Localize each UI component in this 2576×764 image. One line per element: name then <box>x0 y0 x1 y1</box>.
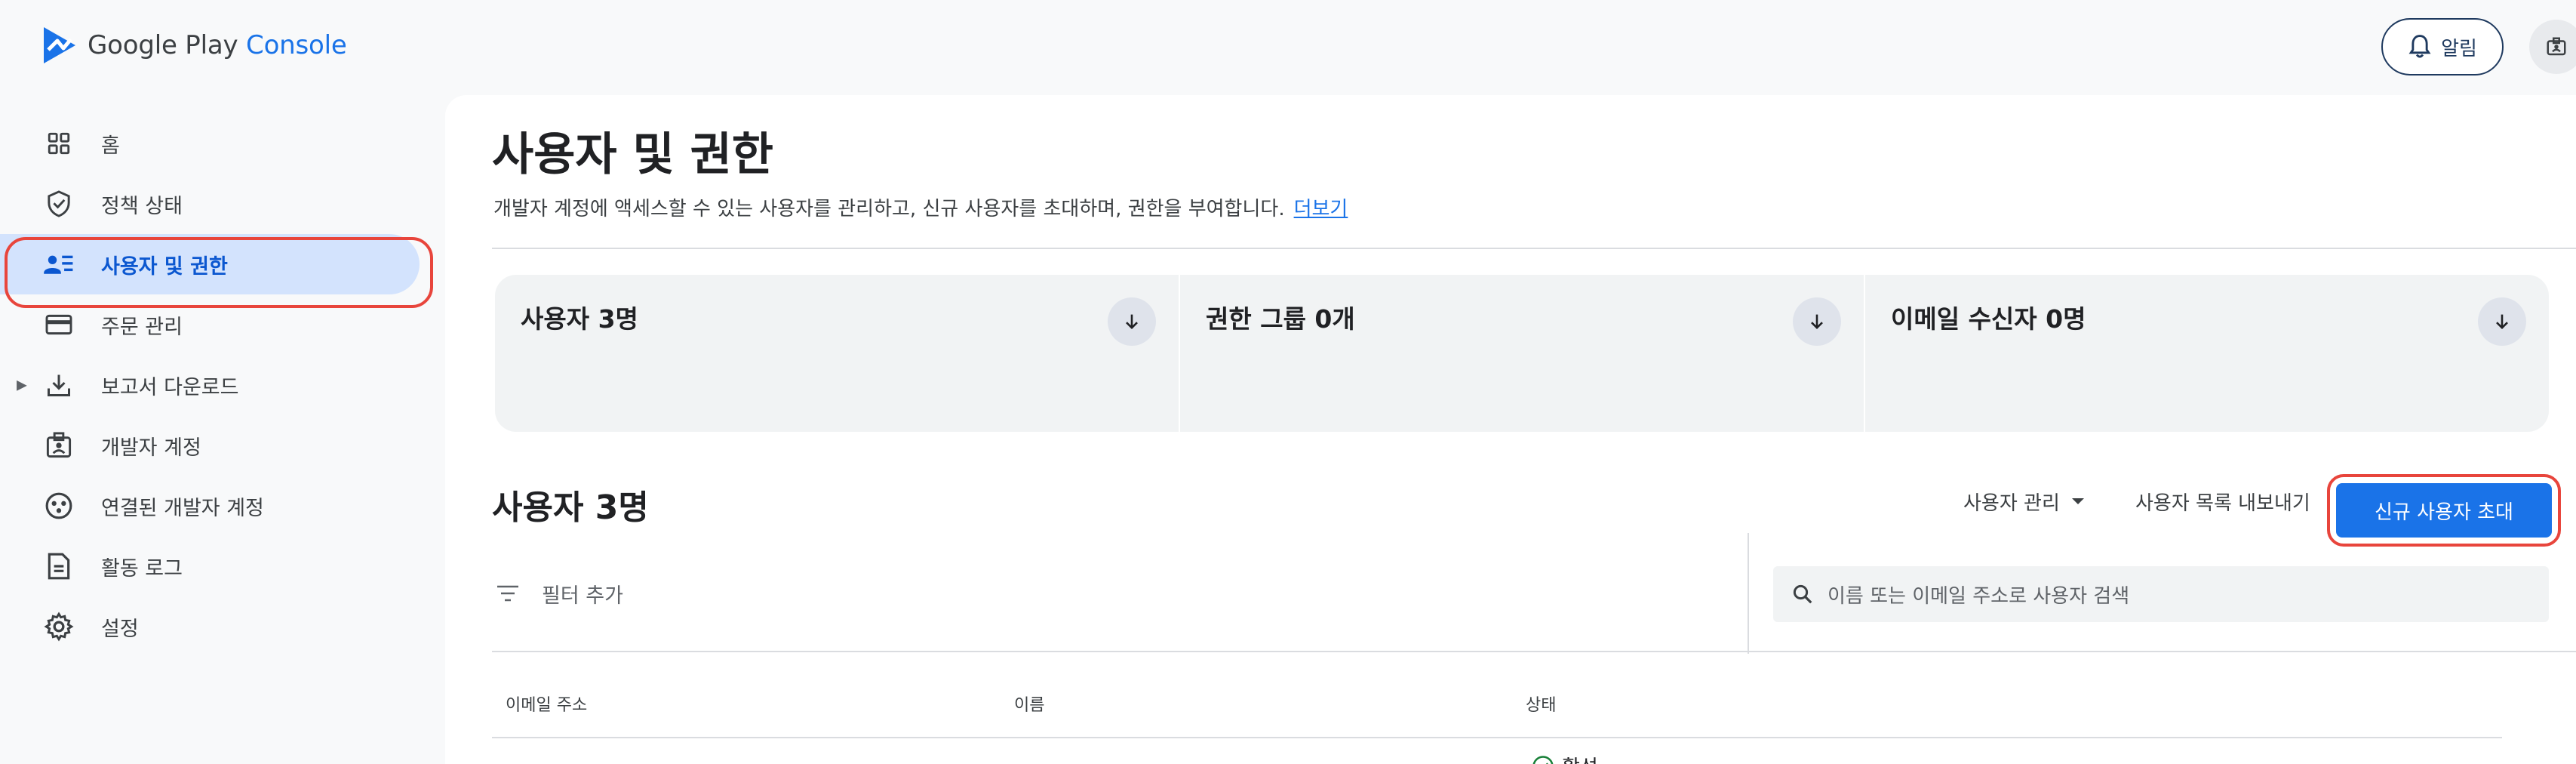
sidebar-item-label: 보고서 다운로드 <box>101 375 239 399</box>
manage-users-label: 사용자 관리 <box>1963 491 2060 515</box>
card-label: 권한 그룹 0개 <box>1206 304 1355 334</box>
manage-users-dropdown[interactable]: 사용자 관리 <box>1963 480 2086 522</box>
export-users-button[interactable]: 사용자 목록 내보내기 <box>2135 480 2310 522</box>
arrow-down-icon <box>1126 314 1138 329</box>
sidebar-item-label: 사용자 및 권한 <box>101 254 228 279</box>
sidebar-item-users-permissions[interactable]: 사용자 및 권한 <box>0 234 420 294</box>
sidebar-item-label: 연결된 개발자 계정 <box>101 496 264 520</box>
column-header-status[interactable]: 상태 <box>1526 692 1556 716</box>
search-placeholder: 이름 또는 이메일 주소로 사용자 검색 <box>1827 584 2130 608</box>
people-list-icon <box>42 248 75 281</box>
sidebar-item-label: 정책 상태 <box>101 194 183 218</box>
check-circle-icon <box>1532 755 1554 764</box>
logo[interactable]: Google Play Console <box>42 26 347 65</box>
id-badge-icon <box>42 429 75 462</box>
column-header-email[interactable]: 이메일 주소 <box>506 692 587 716</box>
summary-cards: 사용자 3명 권한 그룹 0개 이메일 수신자 0명 <box>495 275 2576 432</box>
search-icon <box>1791 583 1814 605</box>
filter-bottom-divider <box>492 651 2576 652</box>
sidebar-item-settings[interactable]: 설정 <box>0 596 438 657</box>
status-badge: 활성 <box>1532 752 1598 764</box>
card-label: 이메일 수신자 0명 <box>1891 304 2086 334</box>
page-title: 사용자 및 권한 <box>492 128 773 181</box>
email-recipients-card[interactable]: 이메일 수신자 0명 <box>1865 275 2549 432</box>
filter-divider <box>1748 533 1749 654</box>
developer-badge-icon <box>2547 37 2566 56</box>
filter-icon <box>496 585 519 602</box>
card-scroll-button[interactable] <box>1108 297 1156 346</box>
header-divider <box>492 248 2576 249</box>
sidebar-item-order-management[interactable]: 주문 관리 <box>0 294 438 355</box>
status-text: 활성 <box>1562 752 1598 764</box>
sidebar-item-label: 활동 로그 <box>101 556 183 581</box>
card-scroll-button[interactable] <box>2478 297 2526 346</box>
sidebar-item-label: 주문 관리 <box>101 315 183 339</box>
sidebar: 홈 정책 상태 사용자 및 권한 주문 관리 ▶ 보고서 다운로드 개발자 계정 <box>0 113 438 657</box>
sidebar-item-label: 개발자 계정 <box>101 436 201 460</box>
users-count-card[interactable]: 사용자 3명 <box>495 275 1179 432</box>
arrow-down-icon <box>2496 314 2508 329</box>
table-header-divider <box>492 737 2502 738</box>
add-filter-label: 필터 추가 <box>542 584 623 608</box>
sidebar-item-download-reports[interactable]: ▶ 보고서 다운로드 <box>0 355 438 415</box>
arrow-down-icon <box>1811 314 1823 329</box>
sidebar-item-linked-developer-accounts[interactable]: 연결된 개발자 계정 <box>0 476 438 536</box>
description-text: 개발자 계정에 액세스할 수 있는 사용자를 관리하고, 신규 사용자를 초대하… <box>493 198 1285 220</box>
shield-check-icon <box>42 187 75 220</box>
sidebar-item-policy-status[interactable]: 정책 상태 <box>0 174 438 234</box>
users-section-title: 사용자 3명 <box>492 488 649 527</box>
export-users-label: 사용자 목록 내보내기 <box>2135 491 2310 515</box>
logo-text: Google Play Console <box>88 30 347 60</box>
alerts-label: 알림 <box>2441 37 2477 60</box>
grid-icon <box>42 127 75 160</box>
sidebar-item-label: 홈 <box>101 134 120 158</box>
filter-bar: 필터 추가 이름 또는 이메일 주소로 사용자 검색 <box>492 533 2576 654</box>
column-header-name[interactable]: 이름 <box>1014 692 1044 716</box>
invite-new-user-button[interactable]: 신규 사용자 초대 <box>2336 483 2552 538</box>
learn-more-link[interactable]: 더보기 <box>1294 198 1348 220</box>
expand-caret-icon[interactable]: ▶ <box>17 377 27 393</box>
bell-icon <box>2408 35 2431 58</box>
user-search-input[interactable]: 이름 또는 이메일 주소로 사용자 검색 <box>1773 566 2549 622</box>
add-filter-button[interactable]: 필터 추가 <box>492 533 1748 654</box>
alerts-button[interactable]: 알림 <box>2381 18 2504 75</box>
main-content: 사용자 및 권한 개발자 계정에 액세스할 수 있는 사용자를 관리하고, 신규… <box>445 95 2576 764</box>
card-scroll-button[interactable] <box>1793 297 1841 346</box>
permission-groups-card[interactable]: 권한 그룹 0개 <box>1180 275 1864 432</box>
credit-card-icon <box>42 308 75 341</box>
play-console-logo-icon <box>44 27 75 63</box>
page-description: 개발자 계정에 액세스할 수 있는 사용자를 관리하고, 신규 사용자를 초대하… <box>493 193 1348 221</box>
sidebar-item-developer-account[interactable]: 개발자 계정 <box>0 415 438 476</box>
account-button[interactable] <box>2529 20 2576 74</box>
sidebar-item-activity-log[interactable]: 활동 로그 <box>0 536 438 596</box>
dropdown-arrow-icon <box>2071 498 2084 504</box>
card-label: 사용자 3명 <box>521 304 638 334</box>
top-bar: Google Play Console 알림 <box>0 0 2576 95</box>
sidebar-item-label: 설정 <box>101 617 139 641</box>
sidebar-item-home[interactable]: 홈 <box>0 113 438 174</box>
gear-icon <box>42 610 75 643</box>
download-icon <box>42 368 75 402</box>
document-icon <box>42 550 75 583</box>
linked-circle-icon <box>42 489 75 522</box>
